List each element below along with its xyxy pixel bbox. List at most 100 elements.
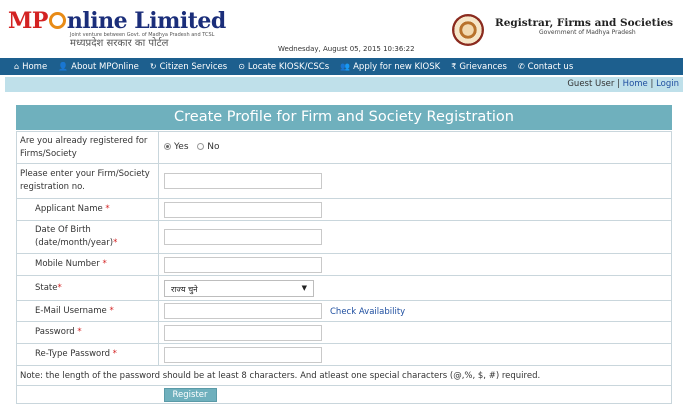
nav-contact-us[interactable]: ✆ Contact us xyxy=(518,62,573,72)
registrar-heading: Registrar, Firms and Societies Governmen… xyxy=(495,17,673,36)
nav-about-mponline[interactable]: 👤 About MPOnline xyxy=(58,62,139,72)
state-select-value: राज्य चुने xyxy=(171,284,198,294)
applicant-name-input[interactable] xyxy=(164,201,322,218)
form-row-email: E-Mail Username * Check Availability xyxy=(16,300,672,322)
mponline-logo[interactable]: MP nline Limited Joint venture between Go… xyxy=(8,10,226,49)
logo-wordmark: MP nline Limited xyxy=(8,10,226,32)
guest-user-label: Guest User xyxy=(567,79,615,89)
radio-yes-button[interactable] xyxy=(164,143,171,151)
submit-cell: Register xyxy=(158,385,672,404)
password-cell xyxy=(158,321,672,344)
refresh-icon: ↻ xyxy=(149,61,157,71)
radio-no-button[interactable] xyxy=(197,143,205,151)
required-mark: * xyxy=(109,305,114,316)
applicant-name-label-cell: Applicant Name * xyxy=(16,198,159,221)
password-label: Password xyxy=(35,327,75,337)
email-label-cell: E-Mail Username * xyxy=(16,300,159,322)
required-mark: * xyxy=(77,327,82,337)
nav-apply-kiosk[interactable]: 👥 Apply for new KIOSK xyxy=(340,62,440,72)
form-row-dob: Date Of Birth (date/month/year)* xyxy=(16,220,672,254)
logo-ring-icon xyxy=(48,12,66,29)
mobile-input[interactable] xyxy=(164,256,322,273)
radio-no[interactable]: No xyxy=(197,142,219,152)
form-row-state: State* राज्य चुने ▼ xyxy=(16,275,672,301)
registration-form: Are you already registered for Firms/Soc… xyxy=(16,131,672,404)
password-label-cell: Password * xyxy=(16,321,159,344)
dob-cell xyxy=(158,220,672,254)
form-row-already-registered: Are you already registered for Firms/Soc… xyxy=(16,131,672,164)
form-row-note: Note: the length of the password should … xyxy=(16,365,672,386)
nav-grievances-label: Grievances xyxy=(459,61,507,72)
registrar-subtitle: Government of Madhya Pradesh xyxy=(539,29,636,36)
user-bar-separator: | xyxy=(617,79,620,89)
required-mark: * xyxy=(113,238,118,248)
registrar-emblem-icon xyxy=(452,14,484,46)
registrar-title: Registrar, Firms and Societies xyxy=(495,17,674,29)
already-registered-label: Are you already registered for Firms/Soc… xyxy=(16,131,159,164)
form-row-submit: Register xyxy=(16,385,672,404)
registration-no-input[interactable] xyxy=(164,173,322,189)
already-registered-options: Yes No xyxy=(158,131,672,164)
home-icon: ⌂ xyxy=(14,61,20,71)
users-icon: 👥 xyxy=(340,61,351,71)
required-mark: * xyxy=(57,282,62,293)
required-mark: * xyxy=(112,349,117,359)
form-title: Create Profile for Firm and Society Regi… xyxy=(16,105,672,130)
rupee-icon: ₹ xyxy=(451,61,457,71)
submit-spacer xyxy=(16,385,159,404)
state-select[interactable]: राज्य चुने ▼ xyxy=(164,279,314,297)
form-row-retype-password: Re-Type Password * xyxy=(16,343,672,366)
nav-citizen-label: Citizen Services xyxy=(159,61,228,72)
mobile-label: Mobile Number xyxy=(35,259,100,269)
page: MP nline Limited Joint venture between Go… xyxy=(0,0,683,420)
nav-apply-label: Apply for new KIOSK xyxy=(353,61,441,72)
email-label: E-Mail Username xyxy=(35,305,107,316)
user-bar: Guest User | Home | Login xyxy=(5,77,683,92)
password-input[interactable] xyxy=(164,324,322,341)
logo-mp-text: MP xyxy=(8,8,48,34)
email-cell: Check Availability xyxy=(158,300,672,322)
dob-label: Date Of Birth (date/month/year) xyxy=(35,225,114,248)
main-nav: ⌂ Home 👤 About MPOnline ↻ Citizen Services … xyxy=(0,58,683,75)
nav-grievances[interactable]: ₹ Grievances xyxy=(451,62,507,72)
chevron-down-icon: ▼ xyxy=(301,283,307,292)
nav-citizen-services[interactable]: ↻ Citizen Services xyxy=(150,62,227,72)
email-input[interactable] xyxy=(164,303,322,319)
user-icon: 👤 xyxy=(58,61,69,71)
dob-input[interactable] xyxy=(164,229,322,245)
applicant-name-cell xyxy=(158,198,672,221)
retype-password-label: Re-Type Password xyxy=(35,349,110,359)
form-row-password: Password * xyxy=(16,321,672,344)
retype-password-cell xyxy=(158,343,672,366)
registration-no-cell xyxy=(158,163,672,199)
retype-password-label-cell: Re-Type Password * xyxy=(16,343,159,366)
logo-hindi-text: मध्यप्रदेश सरकार का पोर्टल xyxy=(70,38,169,49)
mobile-cell xyxy=(158,253,672,276)
nav-home-label: Home xyxy=(22,61,48,72)
radio-no-label: No xyxy=(207,141,220,152)
nav-locate-label: Locate KIOSK/CSCs xyxy=(247,61,330,72)
dob-label-cell: Date Of Birth (date/month/year)* xyxy=(16,220,159,254)
mobile-label-cell: Mobile Number * xyxy=(16,253,159,276)
required-mark: * xyxy=(102,259,107,269)
home-link[interactable]: Home xyxy=(623,79,648,89)
nav-locate-kiosk[interactable]: ⊙ Locate KIOSK/CSCs xyxy=(238,62,329,72)
state-cell: राज्य चुने ▼ xyxy=(158,275,672,301)
register-button[interactable]: Register xyxy=(163,387,217,402)
retype-password-input[interactable] xyxy=(164,346,322,363)
radio-yes-label: Yes xyxy=(174,141,189,152)
registration-no-label: Please enter your Firm/Society registrat… xyxy=(16,163,159,199)
required-mark: * xyxy=(105,204,110,214)
radio-yes[interactable]: Yes xyxy=(164,142,189,152)
phone-icon: ✆ xyxy=(517,61,525,71)
state-label-cell: State* xyxy=(16,275,159,301)
nav-contact-label: Contact us xyxy=(527,61,574,72)
nav-home[interactable]: ⌂ Home xyxy=(14,62,47,72)
location-icon: ⊙ xyxy=(238,61,245,71)
user-bar-separator: | xyxy=(650,79,654,89)
login-link[interactable]: Login xyxy=(656,79,679,89)
applicant-name-label: Applicant Name xyxy=(35,204,103,214)
state-label: State xyxy=(35,282,58,293)
check-availability-link[interactable]: Check Availability xyxy=(330,307,405,317)
form-row-registration-no: Please enter your Firm/Society registrat… xyxy=(16,163,672,199)
